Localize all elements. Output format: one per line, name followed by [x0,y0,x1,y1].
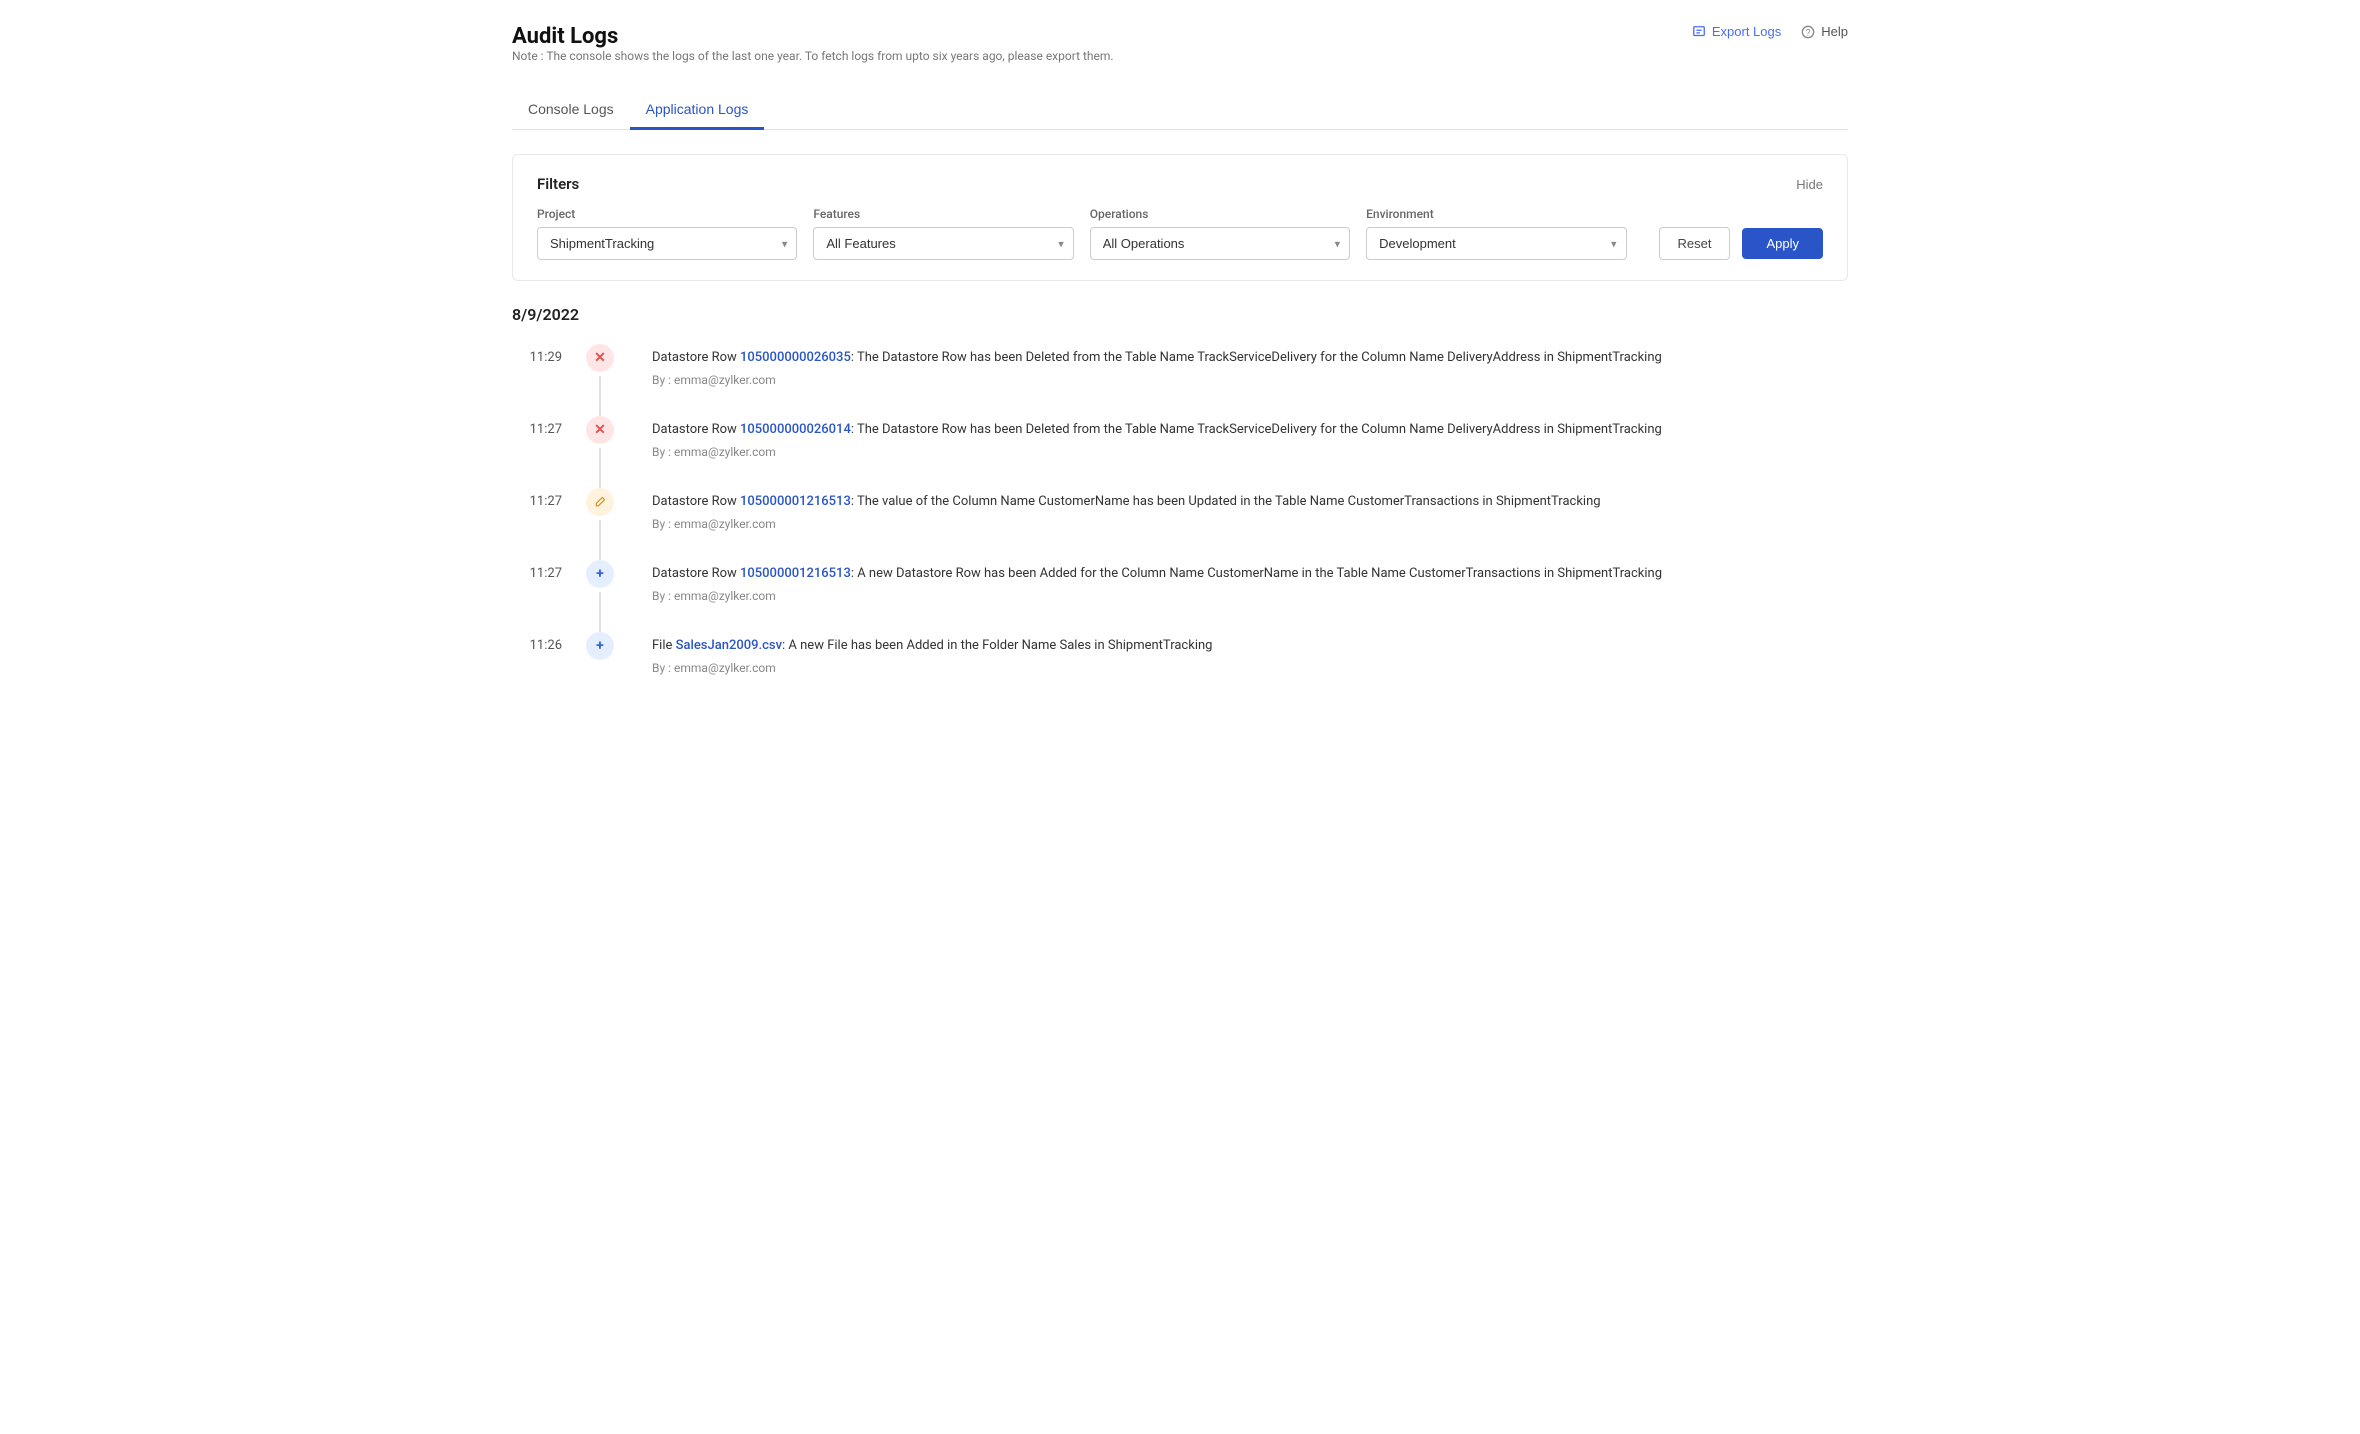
log-content: Datastore Row 105000000026014: The Datas… [638,416,1848,483]
export-label: Export Logs [1712,24,1781,39]
log-content: Datastore Row 105000001216513: A new Dat… [638,560,1848,627]
reset-button[interactable]: Reset [1659,227,1731,260]
environment-label: Environment [1366,207,1626,221]
log-icon-column: ✕ [582,416,618,488]
log-time: 11:27 [512,560,562,581]
log-link[interactable]: 105000001216513 [740,566,851,581]
log-link[interactable]: 105000001216513 [740,494,851,509]
project-select[interactable]: ShipmentTracking [537,227,797,260]
page-note: Note : The console shows the logs of the… [512,49,1114,63]
log-link[interactable]: SalesJan2009.csv [676,638,782,653]
log-time: 11:27 [512,416,562,437]
log-icon-column: + [582,632,618,660]
date-group-header: 8/9/2022 [512,305,1848,324]
svg-text:?: ? [1806,27,1811,37]
log-message: Datastore Row 105000001216513: A new Dat… [652,564,1848,585]
log-timeline: 11:29 ✕ Datastore Row 105000000026035: The… [512,344,1848,699]
help-icon: ? [1801,25,1815,39]
help-label: Help [1821,24,1848,39]
log-message: Datastore Row 105000000026014: The Datas… [652,420,1848,441]
log-icon-column [582,488,618,560]
log-content: Datastore Row 105000000026035: The Datas… [638,344,1848,411]
project-label: Project [537,207,797,221]
log-time: 11:29 [512,344,562,365]
timeline-connector [599,376,601,416]
log-icon-column: + [582,560,618,632]
log-content: Datastore Row 105000001216513: The value… [638,488,1848,555]
filter-actions: Reset Apply [1659,227,1824,260]
page-title: Audit Logs [512,24,1114,49]
tabs-bar: Console Logs Application Logs [512,91,1848,130]
filters-section: Filters Hide Project ShipmentTracking Fe… [512,154,1848,281]
timeline-connector [599,520,601,560]
log-message: Datastore Row 105000001216513: The value… [652,492,1848,513]
log-icon-delete: ✕ [586,416,614,444]
filters-title: Filters [537,175,579,193]
log-entry: 11:27 Datastore Row 105000001216513: The … [512,488,1848,560]
log-entry: 11:29 ✕ Datastore Row 105000000026035: The… [512,344,1848,416]
log-content: File SalesJan2009.csv: A new File has be… [638,632,1848,699]
log-icon-edit [586,488,614,516]
tab-console-logs[interactable]: Console Logs [512,91,630,130]
environment-filter-group: Environment Development [1366,207,1626,260]
log-icon-add: + [586,560,614,588]
log-icon-add: + [586,632,614,660]
log-time: 11:27 [512,488,562,509]
log-icon-column: ✕ [582,344,618,416]
log-message: Datastore Row 105000000026035: The Datas… [652,348,1848,369]
export-logs-button[interactable]: Export Logs [1692,24,1781,39]
timeline-connector [599,448,601,488]
log-link[interactable]: 105000000026035 [740,350,851,365]
log-message: File SalesJan2009.csv: A new File has be… [652,636,1848,657]
features-label: Features [813,207,1073,221]
hide-filters-button[interactable]: Hide [1796,177,1823,192]
log-by: By : emma@zylker.com [652,589,1848,603]
log-entry: 11:27 + Datastore Row 105000001216513: A n… [512,560,1848,632]
project-filter-group: Project ShipmentTracking [537,207,797,260]
features-select[interactable]: All Features [813,227,1073,260]
operations-select[interactable]: All Operations [1090,227,1350,260]
tab-application-logs[interactable]: Application Logs [630,91,765,130]
log-icon-delete: ✕ [586,344,614,372]
operations-filter-group: Operations All Operations [1090,207,1350,260]
apply-button[interactable]: Apply [1742,228,1823,259]
log-by: By : emma@zylker.com [652,661,1848,675]
operations-label: Operations [1090,207,1350,221]
timeline-connector [599,592,601,632]
log-by: By : emma@zylker.com [652,445,1848,459]
log-entry: 11:26 + File SalesJan2009.csv: A new File … [512,632,1848,699]
log-by: By : emma@zylker.com [652,373,1848,387]
log-entry: 11:27 ✕ Datastore Row 105000000026014: The… [512,416,1848,488]
header-actions: Export Logs ? Help [1692,24,1848,39]
features-filter-group: Features All Features [813,207,1073,260]
log-link[interactable]: 105000000026014 [740,422,851,437]
log-time: 11:26 [512,632,562,653]
help-button[interactable]: ? Help [1801,24,1848,39]
environment-select[interactable]: Development [1366,227,1626,260]
log-by: By : emma@zylker.com [652,517,1848,531]
export-icon [1692,25,1706,39]
